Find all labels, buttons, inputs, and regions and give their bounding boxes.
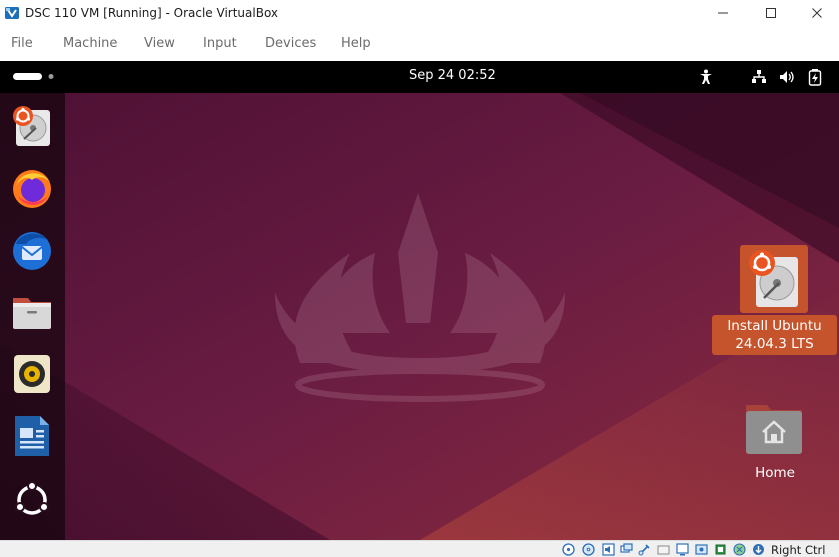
- host-key-arrow-icon[interactable]: [752, 543, 765, 556]
- virtualbox-app-icon: [5, 7, 19, 19]
- menu-help[interactable]: Help: [341, 36, 371, 51]
- close-icon: [812, 8, 822, 18]
- virtualbox-status-bar: Right Ctrl: [0, 540, 839, 557]
- network-icon[interactable]: [751, 69, 767, 85]
- dock-show-apps[interactable]: [7, 475, 57, 525]
- ubuntu-dock: [0, 93, 65, 540]
- thunderbird-icon: [13, 232, 51, 270]
- battery-icon[interactable]: [808, 69, 822, 86]
- gnome-top-bar: Sep 24 02:52: [0, 61, 839, 93]
- accessibility-icon[interactable]: [699, 69, 713, 85]
- dock-thunderbird[interactable]: [7, 225, 57, 275]
- hard-disk-icon[interactable]: [562, 543, 575, 556]
- host-key-label: Right Ctrl: [771, 543, 826, 557]
- usb-icon[interactable]: [638, 543, 651, 556]
- optical-disk-icon[interactable]: [582, 543, 595, 556]
- dock-files[interactable]: [7, 287, 57, 337]
- desktop-icon-home[interactable]: Home: [735, 401, 815, 481]
- ubuntu-installer-icon: [13, 106, 50, 146]
- home-label: Home: [755, 465, 795, 481]
- files-icon: [13, 298, 51, 329]
- guest-display[interactable]: Sep 24 02:52 Install Ubuntu 24.04.3 LTS …: [0, 61, 839, 540]
- dock-libreoffice-writer[interactable]: [7, 411, 57, 461]
- menu-bar: File Machine View Input Devices Help: [0, 27, 839, 60]
- shared-folder-icon[interactable]: [657, 543, 670, 556]
- app-grid-icon: [15, 481, 49, 515]
- minimize-button[interactable]: [700, 0, 746, 27]
- dock-ubuntu-installer[interactable]: [7, 101, 57, 151]
- mouse-integration-icon[interactable]: [733, 543, 746, 556]
- dock-rhythmbox[interactable]: [7, 349, 57, 399]
- window-title: DSC 110 VM [Running] - Oracle VirtualBox: [25, 6, 279, 20]
- virtualbox-window: DSC 110 VM [Running] - Oracle VirtualBox…: [0, 0, 839, 557]
- clock[interactable]: Sep 24 02:52: [409, 68, 496, 83]
- display-icon[interactable]: [676, 543, 689, 556]
- title-bar: DSC 110 VM [Running] - Oracle VirtualBox: [0, 0, 839, 27]
- install-ubuntu-icon-tile: [740, 245, 808, 313]
- dock-firefox[interactable]: [7, 163, 57, 213]
- cpu-icon[interactable]: [714, 543, 727, 556]
- install-ubuntu-label-line2: 24.04.3 LTS: [735, 336, 814, 352]
- install-ubuntu-label: Install Ubuntu 24.04.3 LTS: [712, 315, 837, 355]
- home-folder-icon: [746, 405, 802, 454]
- install-ubuntu-label-line1: Install Ubuntu: [727, 318, 822, 334]
- maximize-button[interactable]: [748, 0, 794, 27]
- menu-file[interactable]: File: [11, 36, 33, 51]
- network-adapter-icon[interactable]: [620, 543, 633, 556]
- volume-icon[interactable]: [779, 69, 795, 85]
- recording-icon[interactable]: [695, 543, 708, 556]
- desktop-icon-install-ubuntu[interactable]: Install Ubuntu 24.04.3 LTS: [712, 245, 837, 355]
- libreoffice-writer-icon: [15, 416, 49, 456]
- minimize-icon: [718, 12, 728, 14]
- activities-indicator-icon[interactable]: [13, 73, 55, 81]
- menu-input[interactable]: Input: [203, 36, 237, 51]
- menu-machine[interactable]: Machine: [63, 36, 117, 51]
- ubuntu-installer-icon: [749, 250, 798, 307]
- audio-icon[interactable]: [602, 543, 615, 556]
- menu-view[interactable]: View: [144, 36, 175, 51]
- menu-devices[interactable]: Devices: [265, 36, 316, 51]
- firefox-icon: [13, 170, 51, 208]
- rhythmbox-icon: [14, 355, 50, 393]
- close-button[interactable]: [794, 0, 839, 27]
- maximize-icon: [766, 8, 776, 18]
